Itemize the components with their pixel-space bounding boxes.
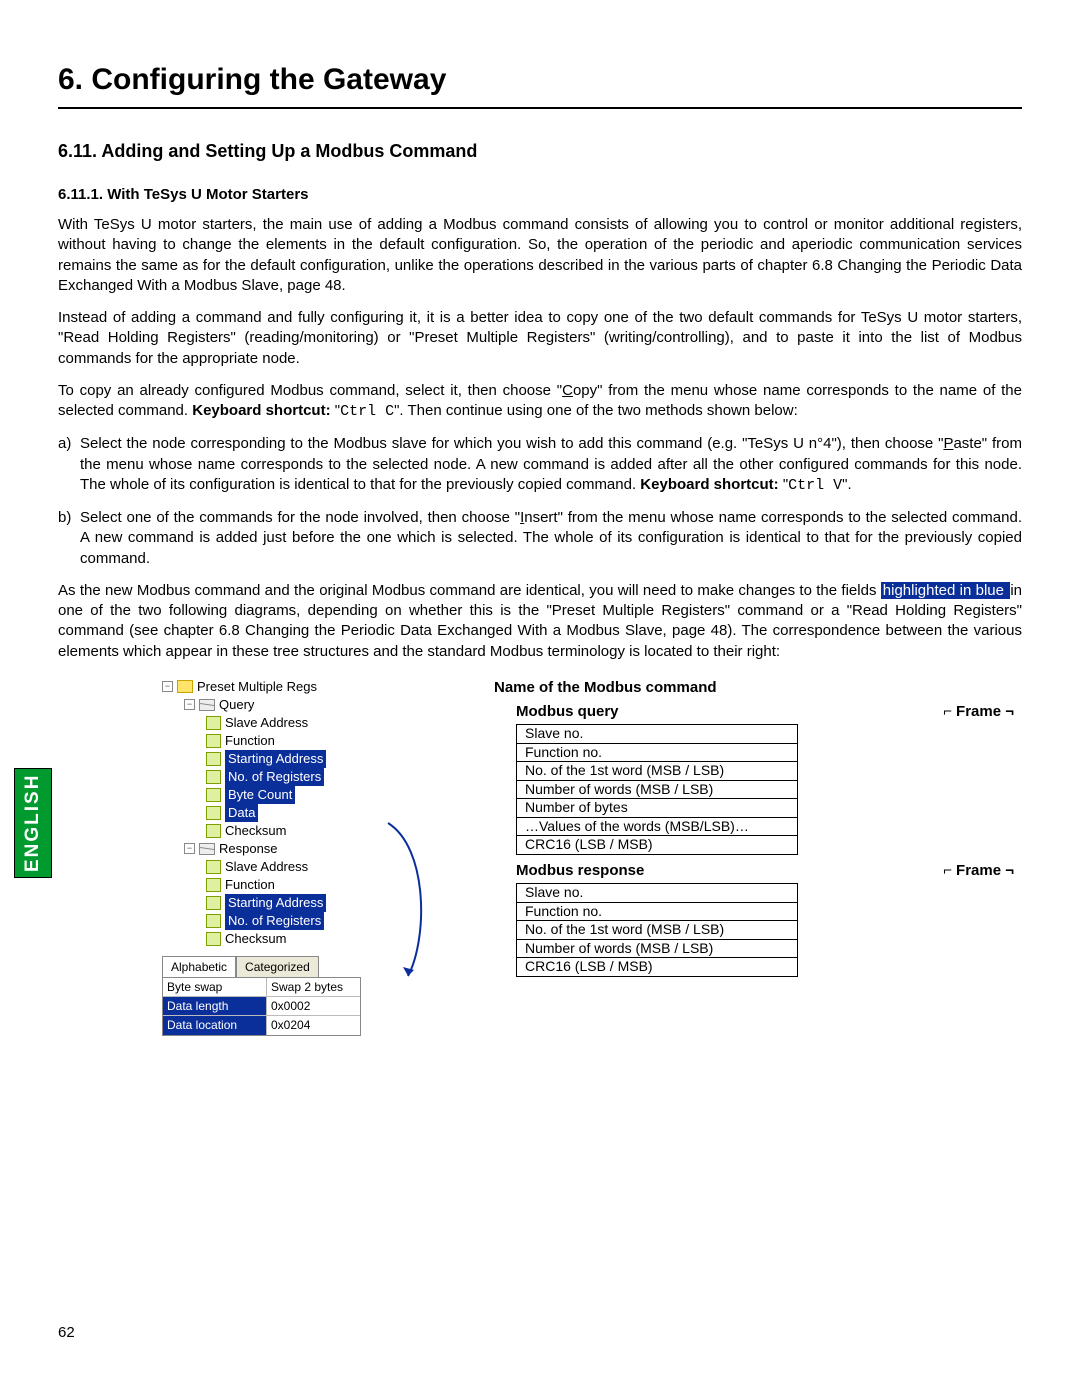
frame-row: CRC16 (LSB / MSB) bbox=[517, 958, 797, 976]
list-marker: b) bbox=[58, 508, 71, 528]
frame-bracket: ⌐ Frame ¬ bbox=[943, 702, 1014, 722]
bold-label: Keyboard shortcut: bbox=[192, 402, 330, 419]
frame-row: …Values of the words (MSB/LSB)… bbox=[517, 818, 797, 837]
tree-node[interactable]: Starting Address bbox=[162, 750, 452, 768]
list-item: b) Select one of the commands for the no… bbox=[58, 508, 1022, 569]
tree-node[interactable]: No. of Registers bbox=[162, 768, 452, 786]
frame-row: Slave no. bbox=[517, 725, 797, 744]
query-header: Modbus query bbox=[516, 702, 619, 722]
frame-row: Number of words (MSB / LSB) bbox=[517, 781, 797, 800]
text: " bbox=[331, 402, 341, 419]
list-item: a) Select the node corresponding to the … bbox=[58, 434, 1022, 496]
paragraph: As the new Modbus command and the origin… bbox=[58, 581, 1022, 662]
tree-node[interactable]: Checksum bbox=[162, 930, 452, 948]
frame-row: Function no. bbox=[517, 903, 797, 922]
tree-node[interactable]: −Response bbox=[162, 840, 452, 858]
frame-row: No. of the 1st word (MSB / LSB) bbox=[517, 921, 797, 940]
tree-node[interactable]: Byte Count bbox=[162, 786, 452, 804]
page-number: 62 bbox=[58, 1323, 75, 1343]
list-marker: a) bbox=[58, 434, 71, 454]
paragraph: With TeSys U motor starters, the main us… bbox=[58, 215, 1022, 296]
frame-descriptions: Name of the Modbus command Modbus query … bbox=[486, 678, 1022, 1036]
property-row[interactable]: Byte swapSwap 2 bytes bbox=[163, 978, 360, 996]
text: ". bbox=[842, 476, 852, 493]
frame-row: No. of the 1st word (MSB / LSB) bbox=[517, 762, 797, 781]
document-page: ENGLISH 6. Configuring the Gateway 6.11.… bbox=[0, 0, 1080, 1397]
paragraph: To copy an already configured Modbus com… bbox=[58, 381, 1022, 423]
property-row[interactable]: Data length0x0002 bbox=[163, 996, 360, 1015]
frame-row: Function no. bbox=[517, 744, 797, 763]
property-tabs: Alphabetic Categorized bbox=[162, 956, 452, 977]
tree-node[interactable]: −Query bbox=[162, 696, 452, 714]
tree-node[interactable]: Function bbox=[162, 732, 452, 750]
language-tab: ENGLISH bbox=[14, 768, 52, 878]
tree-node[interactable]: Slave Address bbox=[162, 714, 452, 732]
underline-mnemonic: C bbox=[562, 382, 573, 399]
keyboard-shortcut: Ctrl V bbox=[788, 477, 842, 494]
property-grid: Byte swapSwap 2 bytesData length0x0002Da… bbox=[162, 977, 361, 1036]
tree-node[interactable]: Slave Address bbox=[162, 858, 452, 876]
bold-label: Keyboard shortcut: bbox=[640, 476, 778, 493]
tree-node[interactable]: No. of Registers bbox=[162, 912, 452, 930]
underline-mnemonic: P bbox=[943, 435, 953, 452]
text: ". Then continue using one of the two me… bbox=[394, 402, 798, 419]
frame-bracket: ⌐ Frame ¬ bbox=[943, 861, 1014, 881]
paragraph: Instead of adding a command and fully co… bbox=[58, 308, 1022, 369]
section-title: 6.11. Adding and Setting Up a Modbus Com… bbox=[58, 139, 1022, 163]
tree-view: −Preset Multiple Regs−QuerySlave Address… bbox=[58, 678, 452, 948]
frame-row: CRC16 (LSB / MSB) bbox=[517, 836, 797, 854]
subsection-title: 6.11.1. With TeSys U Motor Starters bbox=[58, 185, 1022, 205]
highlighted-text: highlighted in blue bbox=[881, 582, 1011, 599]
tree-node[interactable]: Starting Address bbox=[162, 894, 452, 912]
tree-node[interactable]: −Preset Multiple Regs bbox=[162, 678, 452, 696]
tab-alphabetic[interactable]: Alphabetic bbox=[162, 956, 236, 977]
tree-diagram: −Preset Multiple Regs−QuerySlave Address… bbox=[58, 678, 1022, 1036]
text: To copy an already configured Modbus com… bbox=[58, 382, 562, 399]
text: Select the node corresponding to the Mod… bbox=[80, 435, 943, 452]
query-frame-box: Slave no.Function no.No. of the 1st word… bbox=[516, 724, 798, 855]
frame-row: Number of bytes bbox=[517, 799, 797, 818]
title-rule bbox=[58, 107, 1022, 109]
tree-node[interactable]: Data bbox=[162, 804, 452, 822]
method-list: a) Select the node corresponding to the … bbox=[58, 434, 1022, 569]
text: As the new Modbus command and the origin… bbox=[58, 582, 881, 599]
frame-row: Slave no. bbox=[517, 884, 797, 903]
property-row[interactable]: Data location0x0204 bbox=[163, 1015, 360, 1034]
tree-node[interactable]: Checksum bbox=[162, 822, 452, 840]
text: Select one of the commands for the node … bbox=[80, 509, 520, 526]
response-frame-box: Slave no.Function no.No. of the 1st word… bbox=[516, 883, 798, 977]
keyboard-shortcut: Ctrl C bbox=[340, 403, 394, 420]
frame-row: Number of words (MSB / LSB) bbox=[517, 940, 797, 959]
tree-node[interactable]: Function bbox=[162, 876, 452, 894]
command-name-label: Name of the Modbus command bbox=[486, 678, 1022, 698]
response-header: Modbus response bbox=[516, 861, 644, 881]
text: " bbox=[779, 476, 789, 493]
chapter-title: 6. Configuring the Gateway bbox=[58, 60, 1022, 101]
tab-categorized[interactable]: Categorized bbox=[236, 956, 319, 977]
